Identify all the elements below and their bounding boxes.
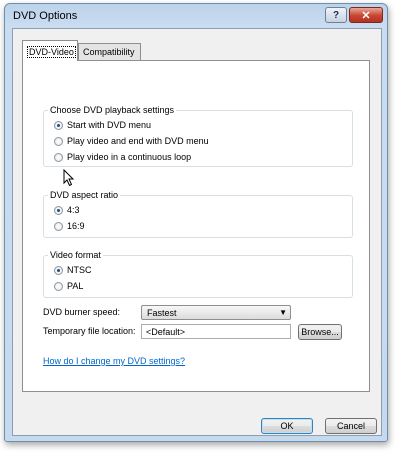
cancel-button[interactable]: Cancel [325,418,377,434]
radio-label: 16:9 [67,221,85,231]
aspect-ratio-legend: DVD aspect ratio [50,190,119,200]
tab-panel: Choose DVD playback settings Start with … [22,60,370,392]
playback-settings-legend: Choose DVD playback settings [50,105,175,115]
radio-label: Start with DVD menu [67,120,152,130]
playback-settings-group: Choose DVD playback settings Start with … [43,105,353,167]
aspect-ratio-group: DVD aspect ratio 4:3 16:9 [43,190,353,238]
radio-label: 4:3 [67,205,80,215]
radio-button[interactable] [54,221,63,231]
close-button[interactable]: ✕ [349,7,383,23]
burner-speed-label: DVD burner speed: [43,307,121,317]
window-title: DVD Options [13,10,78,22]
tab-dvd-video-label: DVD-Video [27,46,76,58]
radio-button[interactable] [54,281,63,291]
dropdown-arrow-icon: ▼ [279,308,287,317]
browse-button[interactable]: Browse... [298,324,342,340]
help-link[interactable]: How do I change my DVD settings? [43,356,185,366]
title-bar[interactable]: DVD Options ? ✕ [5,4,387,28]
radio-ntsc[interactable]: NTSC [54,265,92,275]
radio-button[interactable] [54,152,63,162]
radio-label: Play video in a continuous loop [67,152,192,162]
radio-play-end-with-menu[interactable]: Play video and end with DVD menu [54,136,209,146]
mouse-cursor-icon [63,169,75,187]
radio-label: PAL [67,281,84,291]
dialog-body: DVD-Video Compatibility Choose DVD playb… [12,28,382,436]
burner-speed-value: Fastest [147,308,177,318]
radio-label: NTSC [67,265,92,275]
radio-button-checked[interactable] [54,120,63,130]
radio-start-with-menu[interactable]: Start with DVD menu [54,120,151,130]
dvd-options-dialog: DVD Options ? ✕ DVD-Video Compatibility … [4,3,388,442]
radio-aspect-4-3[interactable]: 4:3 [54,205,80,215]
radio-button-checked[interactable] [54,205,63,215]
burner-speed-select[interactable]: Fastest ▼ [141,305,291,320]
radio-label: Play video and end with DVD menu [67,136,209,146]
tab-compatibility[interactable]: Compatibility [78,43,141,60]
ok-button[interactable]: OK [261,418,313,434]
radio-button[interactable] [54,136,63,146]
temp-location-label: Temporary file location: [43,326,136,336]
video-format-group: Video format NTSC PAL [43,250,353,298]
radio-pal[interactable]: PAL [54,281,83,291]
radio-continuous-loop[interactable]: Play video in a continuous loop [54,152,191,162]
radio-button-checked[interactable] [54,265,63,275]
radio-aspect-16-9[interactable]: 16:9 [54,221,85,231]
tab-dvd-video[interactable]: DVD-Video [22,40,78,61]
video-format-legend: Video format [50,250,101,260]
temp-location-input[interactable] [141,324,291,339]
help-button[interactable]: ? [325,7,347,23]
